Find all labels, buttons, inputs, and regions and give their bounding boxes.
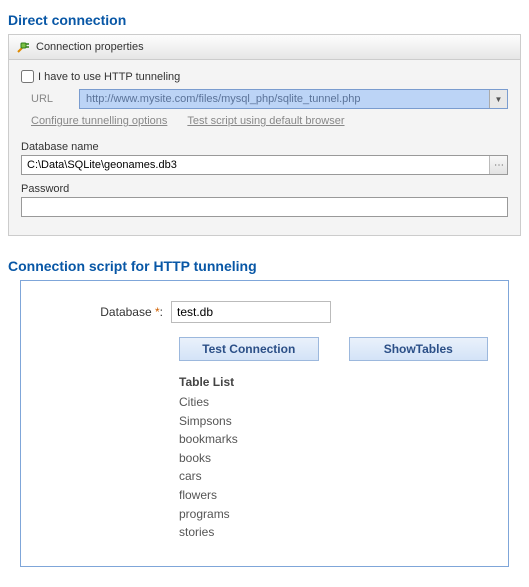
table-list-block: Table List CitiesSimpsonsbookmarksbooksc… — [41, 375, 488, 542]
table-list-item: Simpsons — [179, 412, 488, 431]
password-input[interactable] — [22, 198, 507, 216]
table-list-item: bookmarks — [179, 430, 488, 449]
script-button-row: Test Connection ShowTables — [41, 337, 488, 361]
configure-tunnelling-link[interactable]: Configure tunnelling options — [31, 115, 167, 127]
url-label: URL — [31, 93, 79, 105]
password-field-wrap — [21, 197, 508, 217]
ellipsis-icon: ⋯ — [494, 160, 503, 171]
panel-body: I have to use HTTP tunneling URL ▼ Confi… — [9, 60, 520, 235]
table-list-item: books — [179, 449, 488, 468]
panel-title-bar: Connection properties — [9, 35, 520, 60]
script-heading: Connection script for HTTP tunneling — [8, 258, 521, 274]
connection-properties-panel: Connection properties I have to use HTTP… — [8, 34, 521, 236]
tunnel-links-row: Configure tunnelling options Test script… — [21, 115, 508, 127]
script-db-input[interactable] — [171, 301, 331, 323]
database-name-field-wrap: ⋯ — [21, 155, 508, 175]
use-tunneling-checkbox[interactable] — [21, 70, 34, 83]
database-name-label: Database name — [21, 141, 508, 153]
script-db-row: Database *: — [41, 301, 488, 323]
password-label: Password — [21, 183, 508, 195]
url-input[interactable] — [80, 90, 489, 108]
show-tables-button[interactable]: ShowTables — [349, 337, 489, 361]
chevron-down-icon: ▼ — [495, 95, 503, 104]
panel-title: Connection properties — [36, 41, 144, 53]
url-dropdown-button[interactable]: ▼ — [489, 90, 507, 108]
table-list-item: flowers — [179, 486, 488, 505]
script-db-label: Database *: — [41, 305, 171, 319]
script-panel: Database *: Test Connection ShowTables T… — [20, 280, 509, 567]
database-browse-button[interactable]: ⋯ — [489, 156, 507, 174]
table-list-heading: Table List — [179, 375, 488, 389]
table-list-item: programs — [179, 505, 488, 524]
use-tunneling-row: I have to use HTTP tunneling — [21, 70, 508, 83]
test-connection-button[interactable]: Test Connection — [179, 337, 319, 361]
url-input-wrap: ▼ — [79, 89, 508, 109]
table-list-item: cars — [179, 467, 488, 486]
table-list-item: stories — [179, 523, 488, 542]
test-script-link[interactable]: Test script using default browser — [187, 115, 344, 127]
direct-connection-heading: Direct connection — [8, 12, 521, 28]
use-tunneling-label[interactable]: I have to use HTTP tunneling — [38, 71, 180, 83]
table-list-item: Cities — [179, 393, 488, 412]
url-row: URL ▼ — [21, 89, 508, 109]
required-marker: * — [155, 305, 160, 319]
table-list: CitiesSimpsonsbookmarksbookscarsflowersp… — [179, 393, 488, 542]
database-name-input[interactable] — [22, 156, 489, 174]
plug-icon — [15, 39, 31, 55]
